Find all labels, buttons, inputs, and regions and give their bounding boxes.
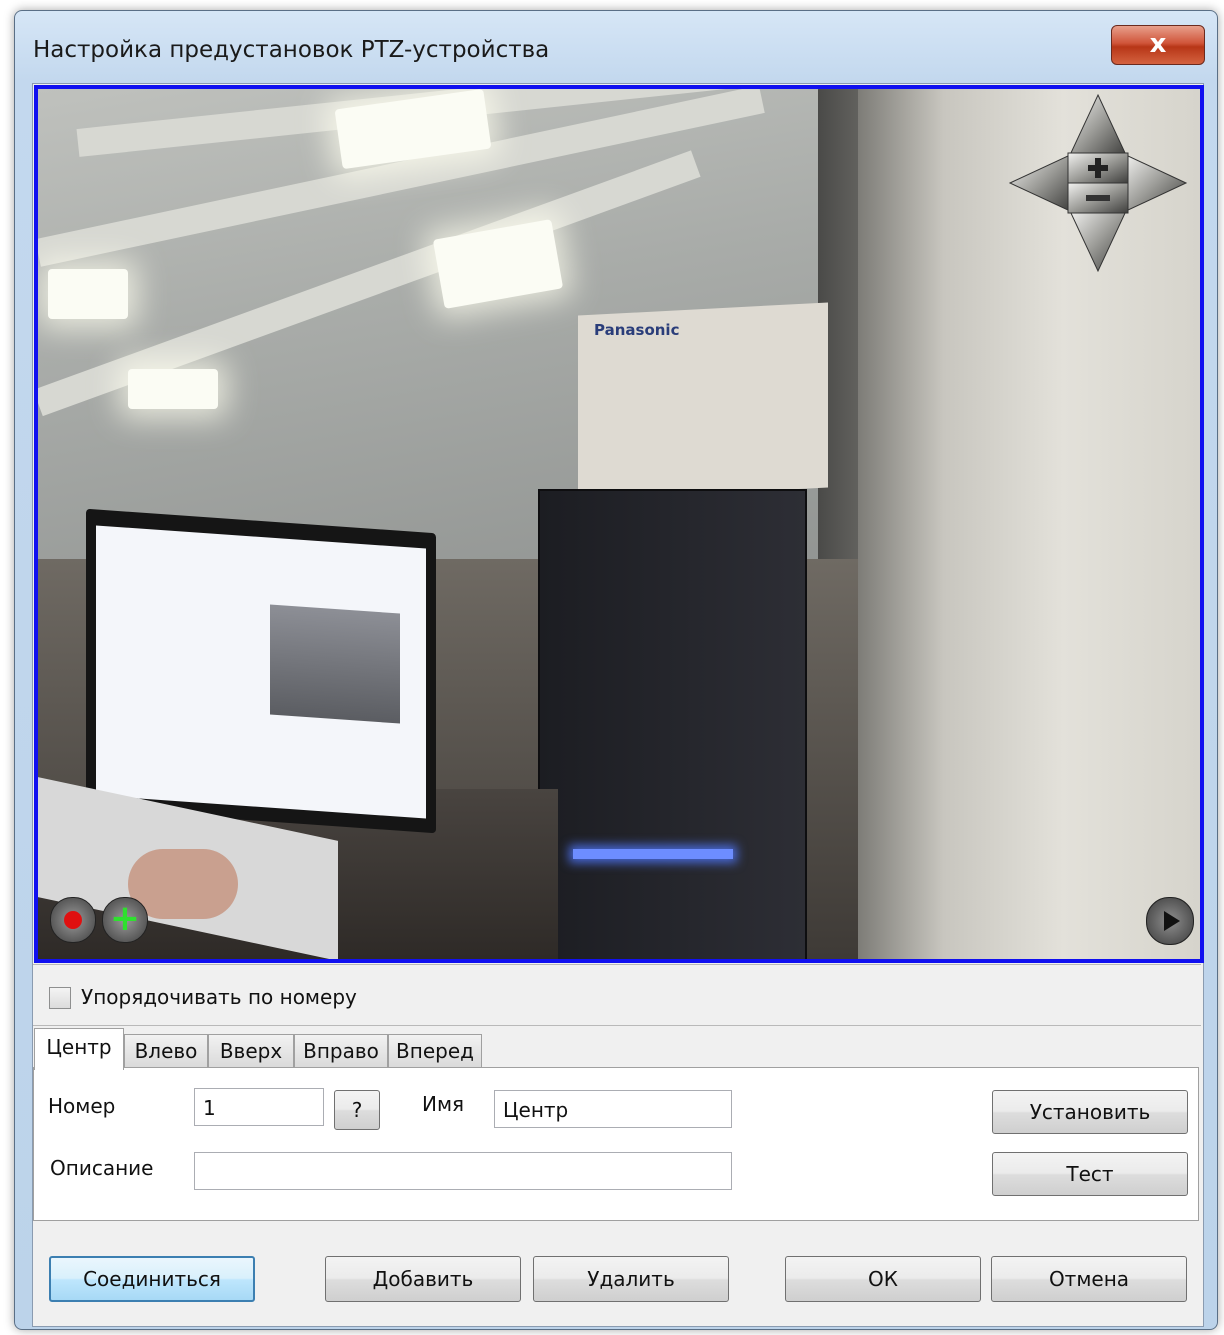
ptz-preset-dialog: Настройка предустановок PTZ-устройства x… [14,10,1218,1330]
close-icon: x [1149,29,1167,59]
sort-by-number-label[interactable]: Упорядочивать по номеру [81,985,357,1009]
arrow-right-icon[interactable] [1125,154,1188,212]
name-field[interactable]: Центр [494,1090,732,1128]
preset-tab-panel: Номер 1 ? Имя Центр Описание Установить … [33,1067,1199,1221]
video-scene-light [128,369,218,409]
camera-video-view[interactable]: Panasonic + [34,85,1204,963]
add-preset-button[interactable]: + [102,897,148,943]
video-scene-computer-led [573,849,733,859]
cancel-button[interactable]: Отмена [991,1256,1187,1302]
connect-button[interactable]: Соединиться [49,1256,255,1302]
tab-center[interactable]: Центр [34,1028,124,1070]
video-scene-computer [538,489,807,959]
set-preset-button[interactable]: Установить [992,1090,1188,1134]
delete-button[interactable]: Удалить [533,1256,729,1302]
play-icon [1164,911,1180,931]
arrow-up-icon[interactable] [1069,93,1127,156]
record-button[interactable] [50,897,96,943]
tab-right[interactable]: Вправо [294,1034,388,1067]
dialog-body: Panasonic + Упорядочивать по номеру Цент… [32,83,1204,1327]
record-icon [64,911,82,929]
tab-up[interactable]: Вверх [208,1034,294,1067]
close-button[interactable]: x [1111,25,1205,65]
zoom-in-icon[interactable] [1067,152,1129,184]
name-label: Имя [422,1092,465,1116]
tab-left[interactable]: Влево [124,1034,208,1067]
ok-button[interactable]: ОК [785,1256,981,1302]
sort-by-number-checkbox[interactable] [49,987,71,1009]
add-button[interactable]: Добавить [325,1256,521,1302]
title-bar[interactable]: Настройка предустановок PTZ-устройства x [15,11,1217,83]
arrow-down-icon[interactable] [1069,210,1127,273]
plus-icon: + [109,898,141,939]
test-preset-button[interactable]: Тест [992,1152,1188,1196]
video-scene-light [48,269,128,319]
tab-forward[interactable]: Вперед [388,1034,482,1067]
zoom-out-icon[interactable] [1067,182,1129,214]
number-label: Номер [48,1094,116,1118]
description-field[interactable] [194,1152,732,1190]
play-button[interactable] [1146,897,1194,945]
number-help-button[interactable]: ? [334,1090,380,1130]
video-scene-monitor-image [270,604,400,724]
ptz-control-pad [1008,93,1188,273]
number-field[interactable]: 1 [194,1088,324,1126]
sort-options-row: Упорядочивать по номеру [33,964,1201,1026]
window-title: Настройка предустановок PTZ-устройства [33,37,550,63]
arrow-left-icon[interactable] [1008,154,1071,212]
description-label: Описание [50,1156,154,1180]
video-scene-box-brand: Panasonic [594,321,680,339]
